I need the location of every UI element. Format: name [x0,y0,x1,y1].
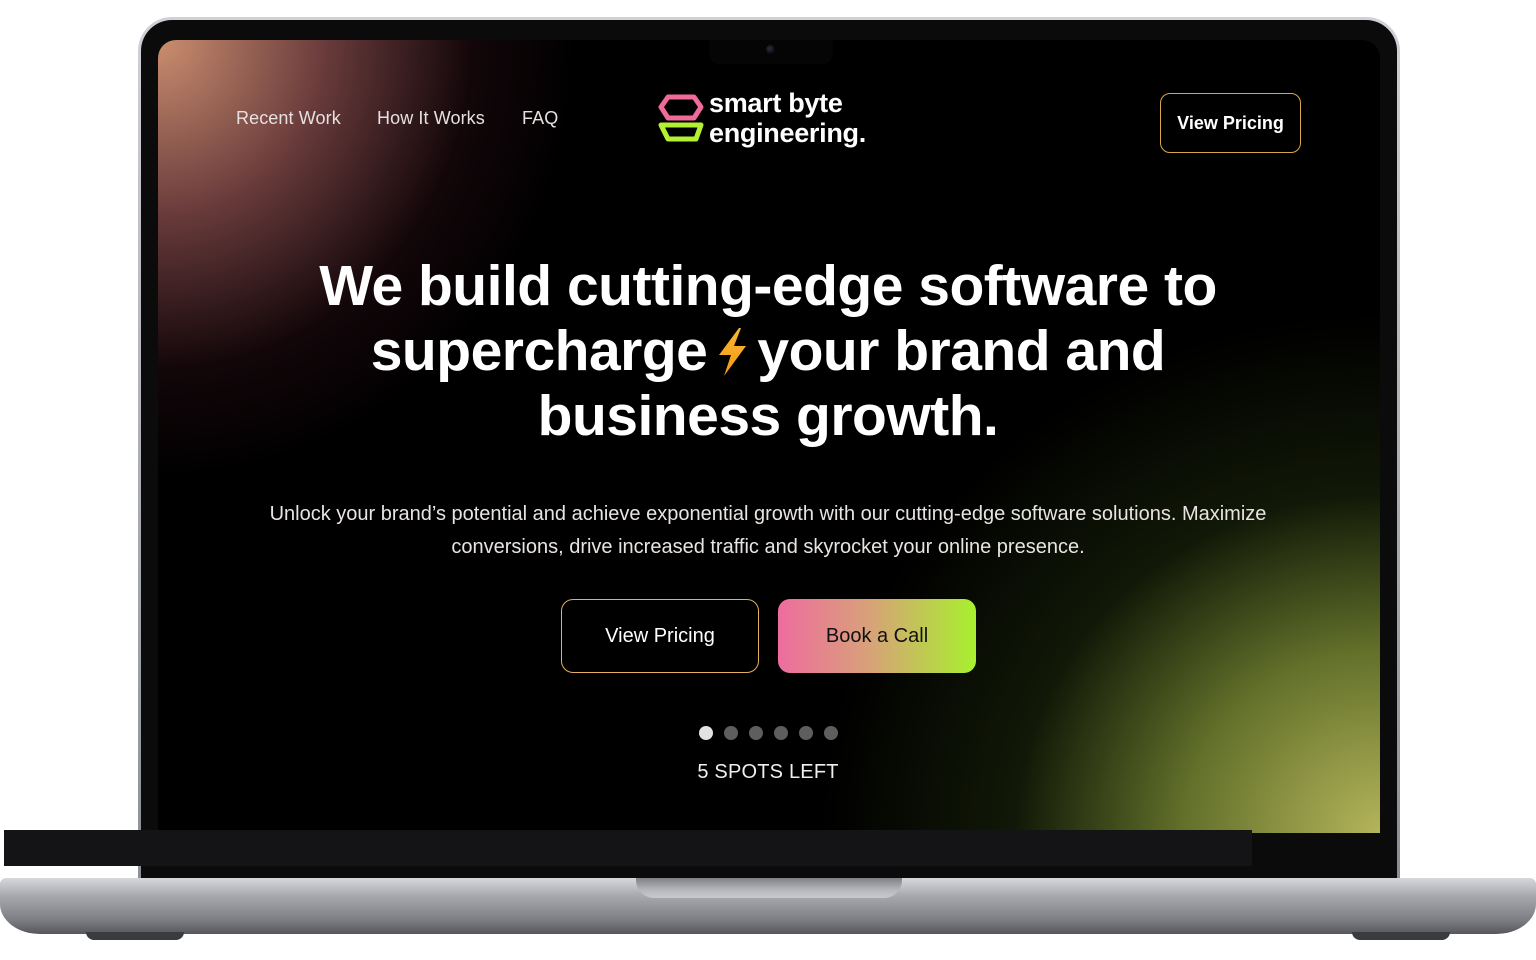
book-a-call-button[interactable]: Book a Call [778,599,976,673]
lightning-bolt-icon [719,328,747,376]
laptop-foot-right [1352,932,1450,940]
camera-notch [709,40,833,64]
carousel-dot-5[interactable] [799,726,813,740]
carousel-dot-4[interactable] [774,726,788,740]
laptop-foot-left [86,932,184,940]
nav-link-recent-work[interactable]: Recent Work [236,108,341,129]
carousel-dots [699,726,838,740]
logo-line-2: engineering. [709,118,866,148]
logo-line-1: smart byte [709,88,843,118]
hero-title: We build cutting-edge software to superc… [268,254,1268,449]
view-pricing-button[interactable]: View Pricing [561,599,759,673]
nav-link-faq[interactable]: FAQ [522,108,558,129]
carousel-dot-3[interactable] [749,726,763,740]
carousel-dot-1[interactable] [699,726,713,740]
carousel-dot-2[interactable] [724,726,738,740]
laptop-lip-notch [636,878,902,898]
smart-byte-logo-icon [658,94,704,142]
screen-bottom-bezel [4,830,1252,866]
hero-subtitle: Unlock your brand’s potential and achiev… [269,503,1267,558]
nav-view-pricing-button[interactable]: View Pricing [1160,93,1301,153]
camera-icon [766,45,775,54]
brand-logo[interactable]: smart byte engineering. [656,88,896,158]
carousel-dot-6[interactable] [824,726,838,740]
nav-link-how-it-works[interactable]: How It Works [377,108,485,129]
spots-left-label: 5 SPOTS LEFT [697,761,839,783]
logo-wordmark: smart byte engineering. [709,88,866,148]
